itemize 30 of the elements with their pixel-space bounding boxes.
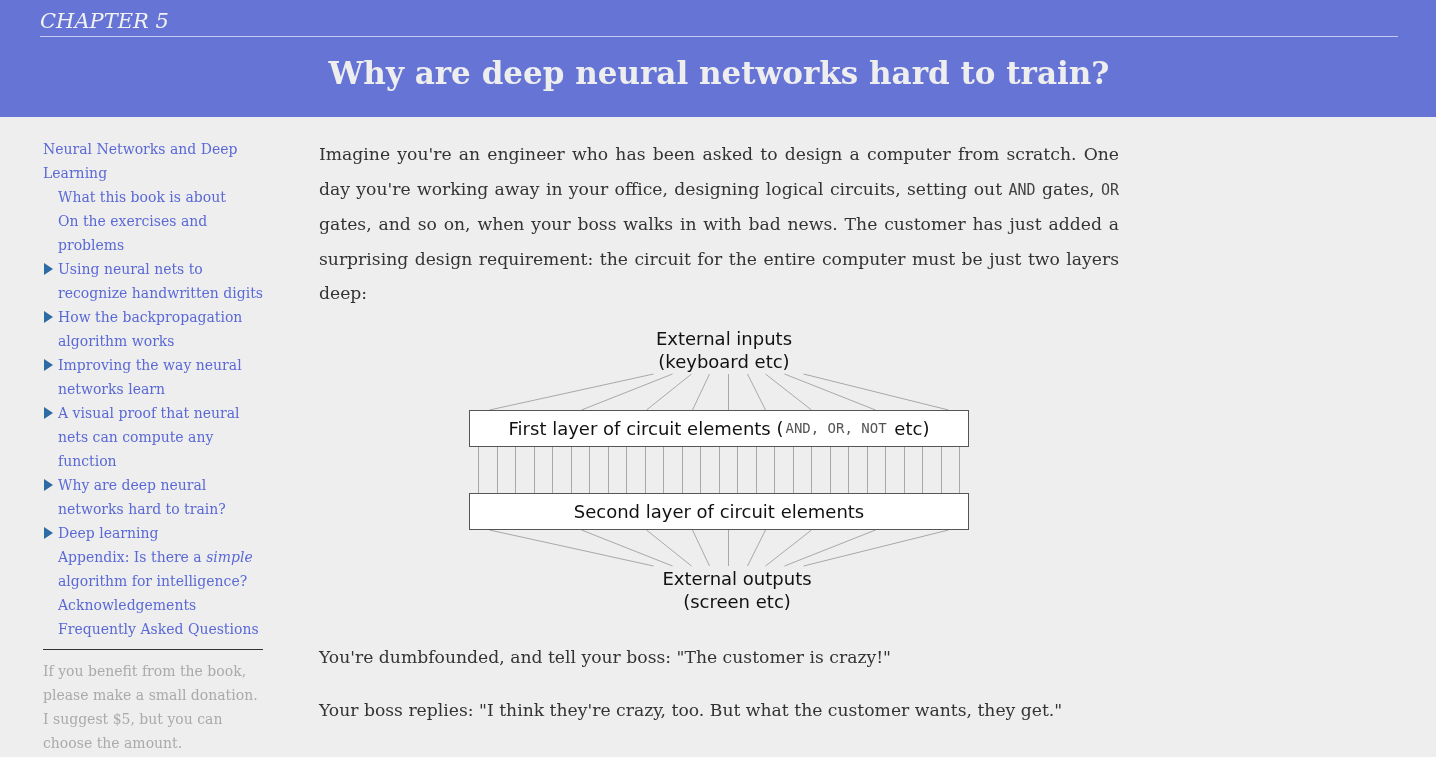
toc-link[interactable]: Frequently Asked Questions [58,617,259,641]
circuit-layer: Second layer of circuit elements [469,492,969,530]
page-title: Why are deep neural networks hard to train? [327,54,1111,93]
triangle-icon[interactable] [44,311,53,323]
toc-link[interactable]: How the backpropagation algorithm works [58,305,263,353]
circuit-layer: First layer of circuit elements (AND, OR, NOT etc) [469,409,969,447]
toc-link[interactable]: Using neural nets to recognize handwritten digits [58,257,263,305]
toc-link[interactable]: On the exercises and problems [58,209,263,257]
toc-link[interactable]: Deep learning [58,521,159,545]
donation-note: If you benefit from the book, please make a small donation. I suggest $5, but you can choose the amount. [43,662,259,753]
toc-link[interactable]: What this book is about [58,185,226,209]
triangle-icon[interactable] [44,359,53,371]
diagram-label: (screen etc) [683,589,791,613]
diagram-label: External inputs [655,326,793,350]
body-paragraph: Your boss replies: "I think they're crazy, too. But what the customer wants, they get." [319,698,1064,722]
toc-link[interactable]: Improving the way neural networks learn [58,353,263,401]
toc-link[interactable]: Neural Networks and Deep Learning [43,137,263,185]
chapter-label: CHAPTER 5 [40,8,170,35]
diagram-label: (keyboard etc) [658,349,790,373]
diagram-label: External outputs [662,566,812,590]
toc-link[interactable]: Why are deep neural networks hard to train? [58,473,263,521]
triangle-icon[interactable] [44,263,53,275]
triangle-icon[interactable] [44,407,53,419]
toc-link[interactable]: Appendix: Is there a simple algorithm for intelligence? [58,545,263,593]
triangle-icon[interactable] [44,479,53,491]
toc-link[interactable]: Acknowledgements [58,593,197,617]
triangle-icon[interactable] [44,527,53,539]
body-paragraph: You're dumbfounded, and tell your boss: "The customer is crazy!" [319,645,892,669]
toc-link[interactable]: A visual proof that neural nets can compute any function [58,401,263,473]
body-paragraph: Imagine you're an engineer who has been asked to design a computer from scratch. One day you're working away in your office, designing logical circuits, setting out AND gates, OR gates, and so on, when your boss walks in with bad news. The customer has just added a surprising design requirement: the circuit for the entire computer must be just two layers deep: [319,143,1119,306]
